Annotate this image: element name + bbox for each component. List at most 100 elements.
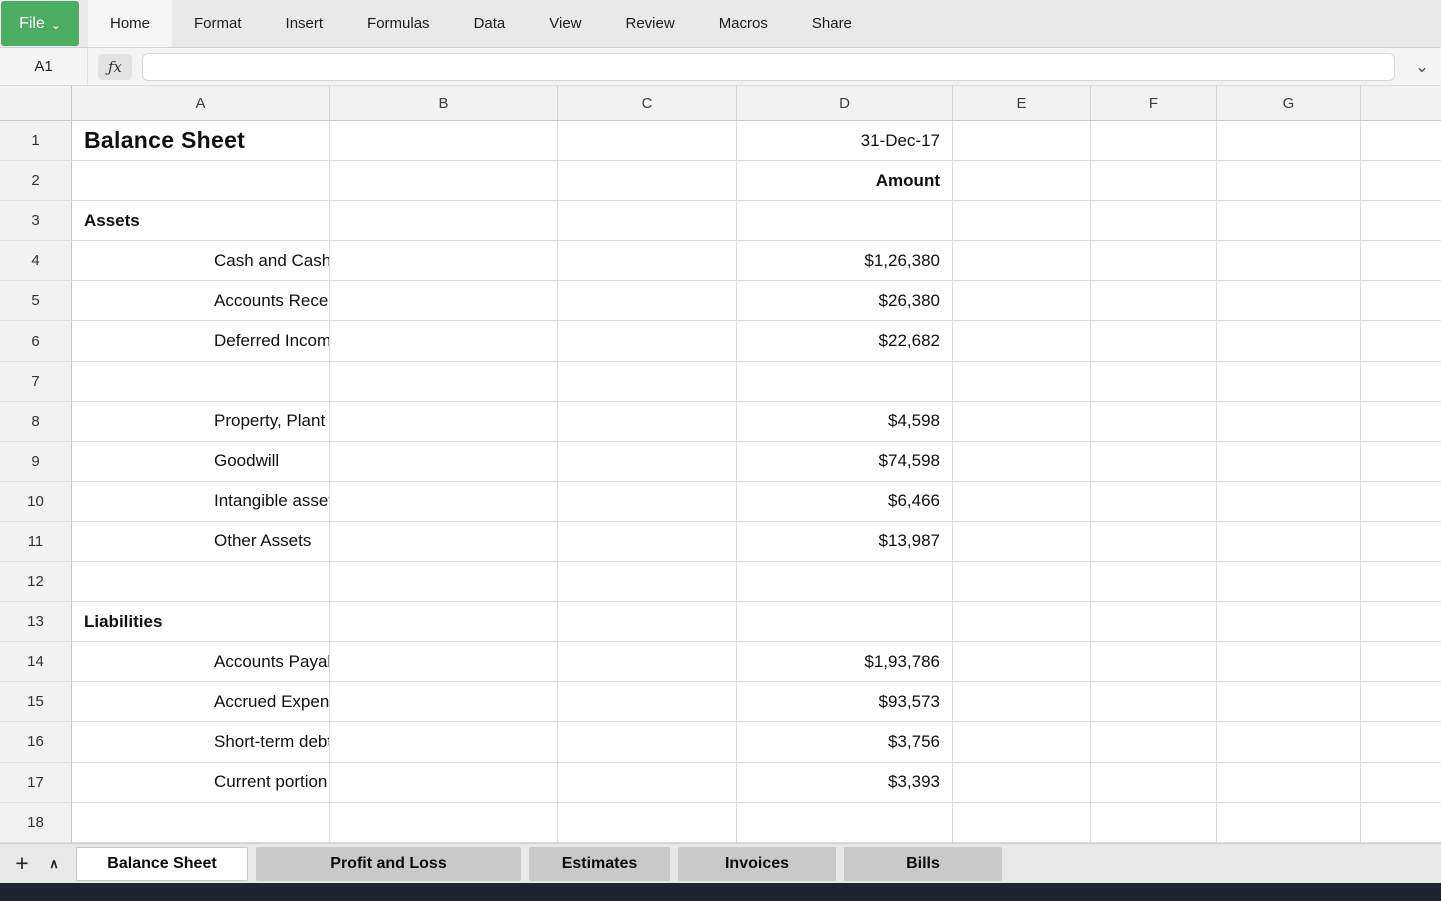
cell-E6[interactable]	[953, 321, 1091, 361]
cell-C11[interactable]	[558, 522, 737, 562]
cell-H5[interactable]	[1361, 281, 1441, 321]
cell-C16[interactable]	[558, 722, 737, 762]
cell-H1[interactable]	[1361, 121, 1441, 161]
cell-H3[interactable]	[1361, 201, 1441, 241]
cell-A5[interactable]: Accounts Receivables	[72, 281, 330, 321]
cell-G7[interactable]	[1217, 362, 1361, 402]
cell-A17[interactable]: Current portion of long-term debt	[72, 763, 330, 803]
fx-icon[interactable]: ƒx	[98, 54, 132, 80]
row-header-12[interactable]: 12	[0, 562, 72, 602]
cell-B1[interactable]	[330, 121, 558, 161]
chevron-down-icon[interactable]: ⌄	[1403, 48, 1441, 86]
cell-F13[interactable]	[1091, 602, 1217, 642]
cell-A15[interactable]: Accrued Expenses	[72, 682, 330, 722]
menu-item-share[interactable]: Share	[790, 0, 874, 47]
cell-C10[interactable]	[558, 482, 737, 522]
menu-item-home[interactable]: Home	[88, 0, 172, 47]
cell-E1[interactable]	[953, 121, 1091, 161]
column-header-C[interactable]: C	[558, 86, 737, 120]
cell-E9[interactable]	[953, 442, 1091, 482]
cell-B12[interactable]	[330, 562, 558, 602]
cell-H8[interactable]	[1361, 402, 1441, 442]
cell-A3[interactable]: Assets	[72, 201, 330, 241]
cell-D10[interactable]: $6,466	[737, 482, 953, 522]
cell-A16[interactable]: Short-term debt	[72, 722, 330, 762]
cell-B7[interactable]	[330, 362, 558, 402]
cell-H12[interactable]	[1361, 562, 1441, 602]
cell-F7[interactable]	[1091, 362, 1217, 402]
cell-B14[interactable]	[330, 642, 558, 682]
cell-B18[interactable]	[330, 803, 558, 843]
column-header-F[interactable]: F	[1091, 86, 1217, 120]
cell-A18[interactable]	[72, 803, 330, 843]
cell-D5[interactable]: $26,380	[737, 281, 953, 321]
column-header-B[interactable]: B	[330, 86, 558, 120]
cell-D17[interactable]: $3,393	[737, 763, 953, 803]
sheet-list-chevron-up-icon[interactable]: ∧	[40, 856, 68, 872]
row-header-14[interactable]: 14	[0, 642, 72, 682]
cell-C2[interactable]	[558, 161, 737, 201]
cell-G8[interactable]	[1217, 402, 1361, 442]
cell-D12[interactable]	[737, 562, 953, 602]
sheet-tab-profit-and-loss[interactable]: Profit and Loss	[256, 847, 521, 881]
cell-C7[interactable]	[558, 362, 737, 402]
cell-H17[interactable]	[1361, 763, 1441, 803]
cell-H14[interactable]	[1361, 642, 1441, 682]
row-header-9[interactable]: 9	[0, 442, 72, 482]
cell-F10[interactable]	[1091, 482, 1217, 522]
menu-item-macros[interactable]: Macros	[697, 0, 790, 47]
row-header-8[interactable]: 8	[0, 402, 72, 442]
cell-A12[interactable]	[72, 562, 330, 602]
cell-D7[interactable]	[737, 362, 953, 402]
cell-B6[interactable]	[330, 321, 558, 361]
cell-B5[interactable]	[330, 281, 558, 321]
cell-H10[interactable]	[1361, 482, 1441, 522]
cell-H15[interactable]	[1361, 682, 1441, 722]
cell-F15[interactable]	[1091, 682, 1217, 722]
cell-B10[interactable]	[330, 482, 558, 522]
cell-C8[interactable]	[558, 402, 737, 442]
cell-A13[interactable]: Liabilities	[72, 602, 330, 642]
row-header-2[interactable]: 2	[0, 161, 72, 201]
row-header-10[interactable]: 10	[0, 482, 72, 522]
cell-G14[interactable]	[1217, 642, 1361, 682]
cell-E14[interactable]	[953, 642, 1091, 682]
menu-item-insert[interactable]: Insert	[264, 0, 346, 47]
cell-A2[interactable]	[72, 161, 330, 201]
cell-G13[interactable]	[1217, 602, 1361, 642]
row-header-18[interactable]: 18	[0, 803, 72, 843]
cell-B8[interactable]	[330, 402, 558, 442]
row-header-3[interactable]: 3	[0, 201, 72, 241]
cell-C1[interactable]	[558, 121, 737, 161]
cell-E12[interactable]	[953, 562, 1091, 602]
cell-C3[interactable]	[558, 201, 737, 241]
cell-B9[interactable]	[330, 442, 558, 482]
cell-H18[interactable]	[1361, 803, 1441, 843]
cell-F11[interactable]	[1091, 522, 1217, 562]
cell-H4[interactable]	[1361, 241, 1441, 281]
cell-A9[interactable]: Goodwill	[72, 442, 330, 482]
cell-G3[interactable]	[1217, 201, 1361, 241]
cell-C18[interactable]	[558, 803, 737, 843]
cell-D14[interactable]: $1,93,786	[737, 642, 953, 682]
cell-F8[interactable]	[1091, 402, 1217, 442]
row-header-15[interactable]: 15	[0, 682, 72, 722]
cell-E18[interactable]	[953, 803, 1091, 843]
cell-G12[interactable]	[1217, 562, 1361, 602]
select-all-corner[interactable]	[0, 86, 72, 120]
cell-A7[interactable]	[72, 362, 330, 402]
cell-B2[interactable]	[330, 161, 558, 201]
cell-F14[interactable]	[1091, 642, 1217, 682]
cell-D1[interactable]: 31-Dec-17	[737, 121, 953, 161]
cell-G2[interactable]	[1217, 161, 1361, 201]
cell-F16[interactable]	[1091, 722, 1217, 762]
cell-D18[interactable]	[737, 803, 953, 843]
cell-C15[interactable]	[558, 682, 737, 722]
menu-item-data[interactable]: Data	[452, 0, 528, 47]
row-header-5[interactable]: 5	[0, 281, 72, 321]
cell-C12[interactable]	[558, 562, 737, 602]
row-header-7[interactable]: 7	[0, 362, 72, 402]
cell-F1[interactable]	[1091, 121, 1217, 161]
cell-E13[interactable]	[953, 602, 1091, 642]
cell-B4[interactable]	[330, 241, 558, 281]
